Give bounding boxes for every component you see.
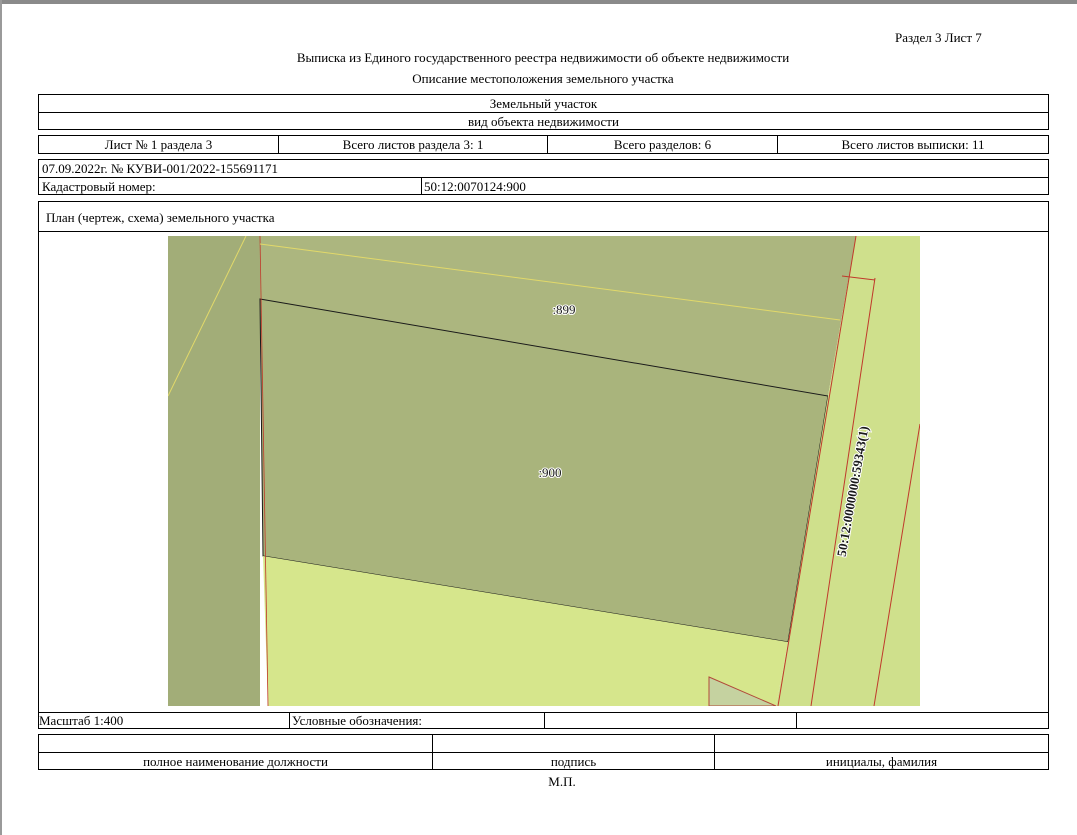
legend-label: Условные обозначения: <box>292 713 423 728</box>
divider <box>39 177 1048 178</box>
signature-table: полное наименование должности подпись ин… <box>38 734 1049 770</box>
left-strip <box>168 236 260 706</box>
position-caption: полное наименование должности <box>143 754 328 769</box>
sheet-number: Лист № 1 раздела 3 <box>104 137 213 152</box>
page-subtitle: Описание местоположения земельного участ… <box>412 71 674 86</box>
object-type-table: Земельный участок вид объекта недвижимос… <box>38 94 1049 130</box>
total-sections: Всего разделов: 6 <box>613 137 712 152</box>
divider <box>544 713 545 728</box>
plan-title: План (чертеж, схема) земельного участка <box>46 210 275 225</box>
object-type-caption: вид объекта недвижимости <box>468 114 619 129</box>
object-type-value: Земельный участок <box>489 96 598 111</box>
cadastral-table: 07.09.2022г. № КУВИ-001/2022-155691171 К… <box>38 159 1049 195</box>
total-sheets-section: Всего листов раздела 3: 1 <box>342 137 484 152</box>
section-sheet-label: Раздел 3 Лист 7 <box>895 30 982 45</box>
divider <box>421 177 422 194</box>
total-sheets-extract: Всего листов выписки: 11 <box>841 137 985 152</box>
sheets-table: Лист № 1 раздела 3 Всего листов раздела … <box>38 135 1049 154</box>
divider <box>289 713 290 728</box>
scale-legend-row: Масштаб 1:400 Условные обозначения: <box>38 712 1049 729</box>
divider <box>39 752 1048 753</box>
cadastral-value: 50:12:0070124:900 <box>424 179 526 194</box>
stamp-label: М.П. <box>548 774 576 789</box>
cadastral-label: Кадастровый номер: <box>42 179 156 194</box>
divider <box>39 112 1048 113</box>
divider <box>39 231 1048 232</box>
label-899: :899 <box>552 302 575 317</box>
cadastral-map: :899 :900 50:12:0000000:59343(1) <box>168 236 920 706</box>
window-frame-left <box>0 0 2 835</box>
initials-caption: инициалы, фамилия <box>825 754 938 769</box>
scale-label: Масштаб 1:400 <box>39 713 124 728</box>
date-number: 07.09.2022г. № КУВИ-001/2022-155691171 <box>42 161 278 176</box>
window-frame-top <box>0 0 1077 4</box>
page-title: Выписка из Единого государственного реес… <box>296 50 790 65</box>
signature-caption: подпись <box>550 754 597 769</box>
divider <box>796 713 797 728</box>
label-900: :900 <box>538 465 561 480</box>
